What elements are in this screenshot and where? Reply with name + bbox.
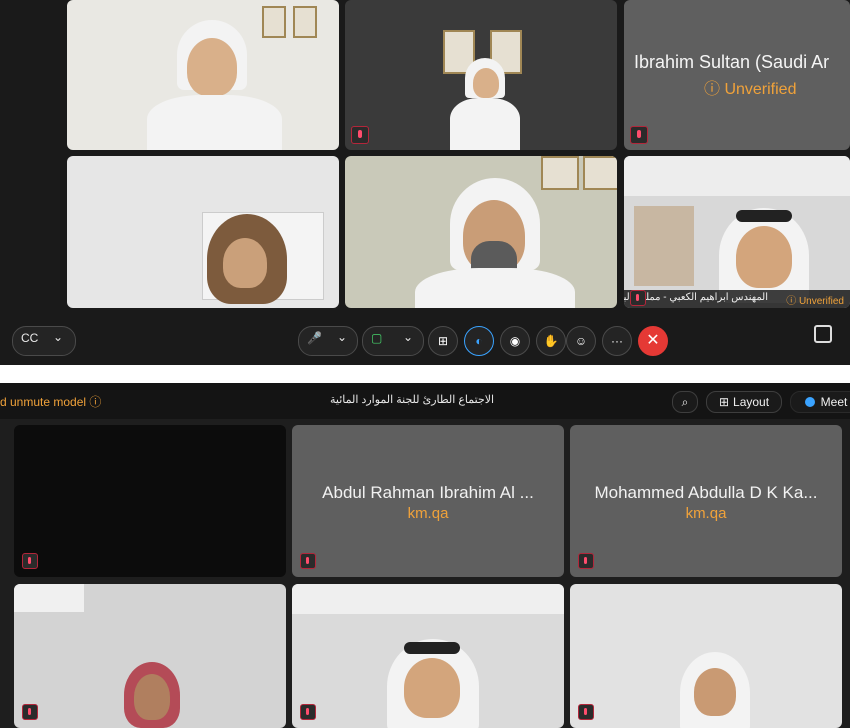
meeting-header: d unmute model ⓘ الاجتماع الطارئ للجنة ا… (0, 383, 850, 419)
share-screen-button[interactable]: ⊞ (428, 326, 458, 356)
video-tile[interactable] (14, 584, 286, 728)
muted-mic-icon (22, 553, 38, 569)
camera-control[interactable]: ▢ ⌄ (362, 326, 424, 356)
layout-grid-icon[interactable] (814, 325, 832, 343)
thobe (450, 98, 520, 150)
name-strip: المهندس ابراهيم الكعبي - مملكة البحرين ⓘ… (624, 290, 850, 308)
video-tile[interactable] (292, 584, 564, 728)
participant-face (736, 226, 792, 288)
participant-face (187, 38, 237, 96)
wall-picture (293, 6, 317, 38)
raise-hand-button[interactable]: ✋ (536, 326, 566, 356)
unverified-badge: ⓘ Unverified (786, 296, 844, 307)
chevron-down-icon: ⌄ (403, 330, 414, 344)
video-tile[interactable]: المهندس ابراهيم الكعبي - مملكة البحرين ⓘ… (624, 156, 850, 308)
participant-face (694, 668, 736, 716)
muted-mic-icon (300, 553, 316, 569)
participant-face (473, 68, 499, 98)
microphone-control[interactable]: 🎤 ⌄ (298, 326, 358, 356)
unmute-model-text: d unmute model ⓘ (0, 395, 102, 409)
video-tile[interactable]: Ibrahim Sultan (Saudi Ar ⓘ Unverified (624, 0, 850, 150)
muted-mic-icon (351, 126, 369, 144)
meeting-controls-bar: CC ⌄ 🎤 ⌄ ▢ ⌄ ⊞ ◐ ◉ ✋ ☺ ··· ✕ (0, 315, 850, 365)
participant-name: Mohammed Abdulla D K Ka... (594, 483, 818, 502)
agal (736, 210, 792, 222)
unverified-badge: ⓘ Unverified (704, 81, 797, 98)
captions-control[interactable]: CC ⌄ (12, 326, 76, 356)
participant-domain: km.qa (685, 505, 727, 522)
participant-face (404, 658, 460, 718)
leave-meeting-button[interactable]: ✕ (638, 326, 668, 356)
thobe (147, 95, 282, 150)
wall-picture (541, 156, 579, 190)
video-tile[interactable] (14, 425, 286, 577)
reactions-button[interactable]: ☺ (566, 326, 596, 356)
muted-mic-icon (300, 704, 316, 720)
agal (404, 642, 460, 654)
video-tile[interactable] (67, 0, 339, 150)
search-icon: ⌕ (681, 395, 689, 409)
ceiling (292, 584, 564, 614)
layout-button[interactable]: ⊞ Layout (706, 391, 782, 413)
muted-mic-icon (578, 704, 594, 720)
top-video-grid: Ibrahim Sultan (Saudi Ar ⓘ Unverified ال… (0, 0, 850, 365)
meeting-title: الاجتماع الطارئ للجنة الموارد المائية (330, 394, 495, 406)
video-tile[interactable] (570, 584, 842, 728)
muted-mic-icon (578, 553, 594, 569)
participant-name: المهندس ابراهيم الكعبي - مملكة البحرين (624, 292, 768, 303)
meet-button[interactable]: Meet (790, 391, 850, 413)
more-options-button[interactable]: ··· (602, 326, 632, 356)
video-tile[interactable]: Abdul Rahman Ibrahim Al ... km.qa (292, 425, 564, 577)
chevron-down-icon: ⌄ (53, 330, 64, 344)
muted-mic-icon (630, 290, 646, 306)
ai-assistant-button[interactable]: ◐ (464, 326, 494, 356)
window-shade (634, 206, 694, 286)
muted-mic-icon (22, 704, 38, 720)
video-tile[interactable] (345, 0, 617, 150)
thobe (415, 268, 575, 308)
camera-icon: ▢ (371, 331, 383, 345)
participant-name: Ibrahim Sultan (Saudi Ar (634, 52, 830, 72)
muted-mic-icon (630, 126, 648, 144)
video-tile[interactable] (67, 156, 339, 308)
participant-face (223, 238, 267, 288)
separator (0, 367, 850, 383)
ceiling (624, 156, 850, 196)
wall-picture (583, 156, 617, 190)
video-tile[interactable]: Mohammed Abdulla D K Ka... km.qa (570, 425, 842, 577)
microphone-icon: 🎤 (307, 331, 322, 345)
wall-picture (262, 6, 286, 38)
participant-domain: km.qa (407, 505, 449, 522)
meet-icon (804, 397, 815, 407)
layout-icon: ⊞ (718, 395, 730, 409)
meet-label: Meet (820, 395, 848, 409)
layout-label: Layout (733, 395, 770, 409)
ceiling-light (14, 584, 84, 612)
video-tile[interactable] (345, 156, 617, 308)
participant-name: Abdul Rahman Ibrahim Al ... (322, 483, 534, 502)
record-button[interactable]: ◉ (500, 326, 530, 356)
captions-icon: CC (21, 331, 39, 345)
zoom-button[interactable]: ⌕ (672, 391, 698, 413)
chevron-down-icon: ⌄ (337, 330, 348, 344)
participant-face (134, 674, 170, 720)
